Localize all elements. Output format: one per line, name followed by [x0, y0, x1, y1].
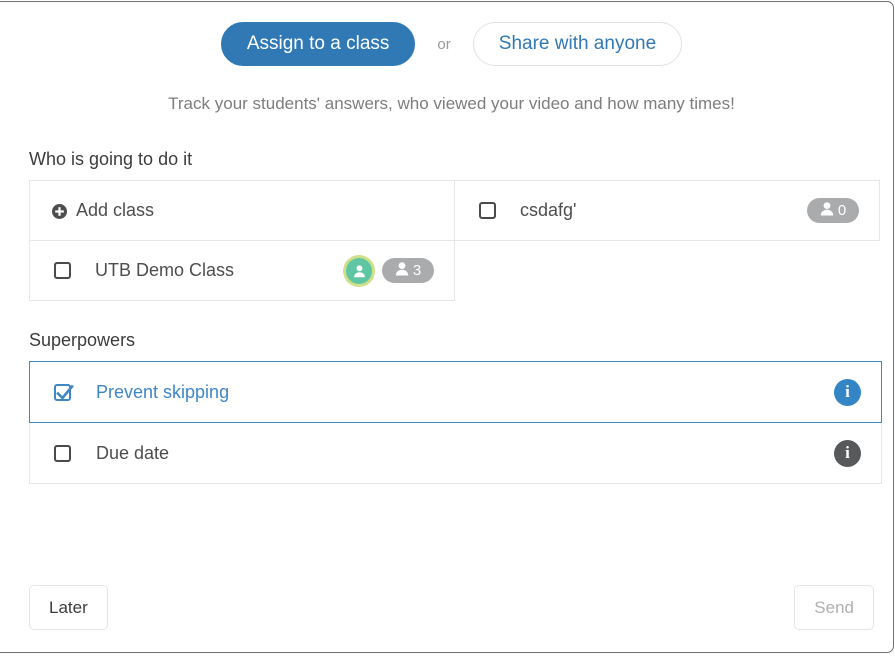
send-button[interactable]: Send — [794, 584, 874, 630]
student-count-badge: 0 — [807, 198, 859, 223]
student-count-value: 3 — [412, 262, 422, 279]
later-button[interactable]: Later — [29, 584, 108, 630]
class-name-utb-demo-class: UTB Demo Class — [95, 260, 235, 280]
superpower-label-due-date: Due date — [96, 442, 170, 463]
superpower-info-wrap: i — [834, 378, 881, 406]
assign-dialog: Assign to a class or Share with anyone T… — [0, 0, 895, 658]
student-count-badge: 3 — [382, 258, 434, 283]
superpower-info-wrap: i — [834, 439, 881, 467]
info-icon[interactable]: i — [834, 378, 861, 406]
superpower-row-prevent-skipping[interactable]: Prevent skipping i — [29, 361, 882, 423]
class-name-csdafg: csdafg' — [520, 200, 577, 220]
student-count-value: 0 — [837, 202, 847, 219]
info-icon[interactable]: i — [834, 439, 861, 467]
class-checkbox-utb-demo-class[interactable] — [54, 262, 71, 279]
class-grid-row: Add class csdafg' 0 — [29, 180, 882, 241]
class-cell-csdafg[interactable]: csdafg' 0 — [454, 180, 880, 241]
superpower-checkbox-prevent-skipping[interactable] — [54, 383, 74, 401]
dialog-subtitle: Track your students' answers, who viewed… — [168, 94, 735, 113]
class-grid-row: UTB Demo Class 3 — [29, 240, 882, 301]
superpower-checkbox-due-date[interactable] — [54, 444, 71, 462]
superpowers-list: Prevent skipping i Due date i — [29, 361, 882, 484]
class-badges-csdafg: 0 — [807, 198, 879, 223]
class-checkbox-csdafg[interactable] — [479, 202, 496, 219]
or-separator-label: or — [437, 35, 451, 53]
class-cell-utb-demo-class[interactable]: UTB Demo Class 3 — [29, 240, 455, 301]
dialog-footer: Later Send — [8, 581, 895, 633]
who-section-title: Who is going to do it — [29, 149, 193, 169]
class-badges-utb-demo-class: 3 — [346, 257, 454, 284]
superpowers-section-title: Superpowers — [29, 330, 136, 350]
person-icon — [395, 261, 409, 281]
class-grid: Add class csdafg' 0 UTB Demo Class 3 — [29, 180, 882, 301]
superpower-row-due-date[interactable]: Due date i — [29, 422, 882, 484]
superpower-label-prevent-skipping: Prevent skipping — [96, 381, 230, 402]
mode-toggle-row: Assign to a class or Share with anyone — [8, 0, 895, 66]
assign-to-class-button[interactable]: Assign to a class — [220, 22, 416, 66]
class-cell-empty — [454, 240, 880, 301]
add-class-cell[interactable]: Add class — [29, 180, 455, 241]
who-section: Who is going to do it Add class csdafg' … — [8, 149, 895, 301]
add-class-label: Add class — [76, 200, 155, 220]
share-with-anyone-button[interactable]: Share with anyone — [472, 22, 683, 66]
add-class-inner: Add class — [30, 200, 154, 221]
teacher-avatar-icon — [346, 257, 372, 284]
plus-circle-icon — [52, 203, 67, 219]
person-icon — [820, 201, 834, 221]
modal-content: Assign to a class or Share with anyone T… — [8, 0, 895, 651]
superpowers-section: Superpowers Prevent skipping i Due date … — [8, 330, 895, 484]
